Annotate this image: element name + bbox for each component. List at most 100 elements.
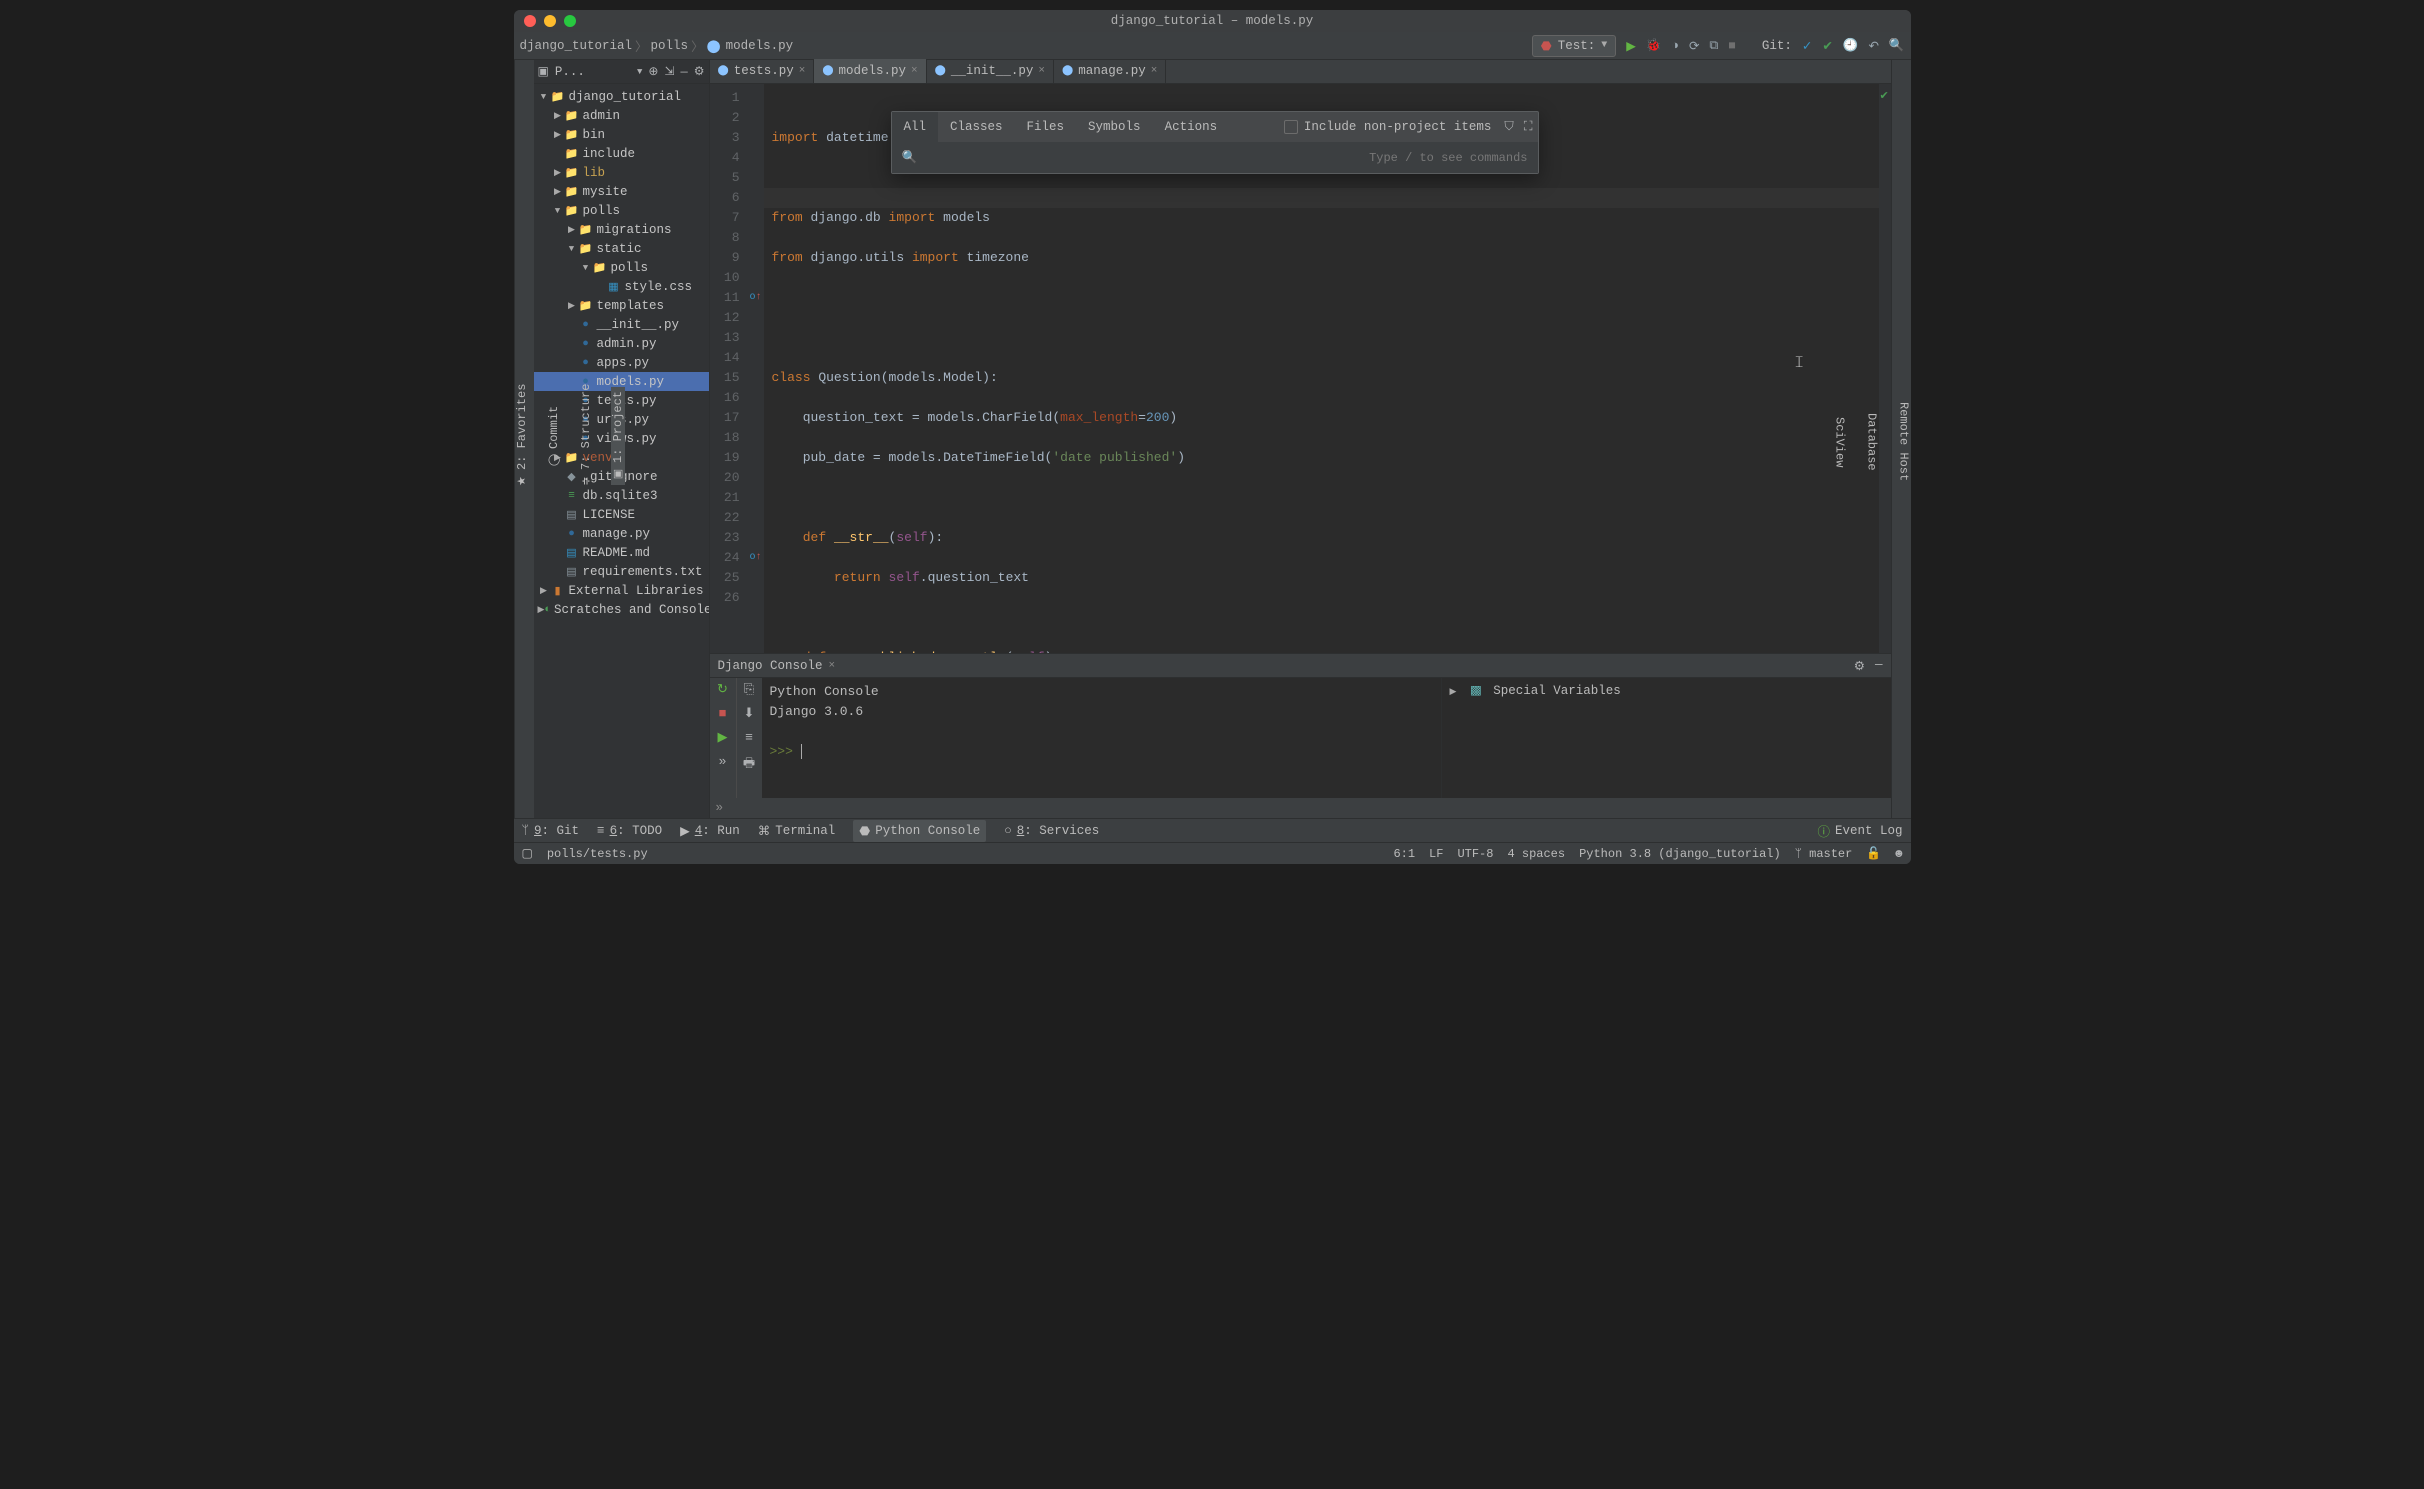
run-button[interactable]: ▶ bbox=[1626, 38, 1636, 54]
search-tab-files[interactable]: Files bbox=[1015, 112, 1077, 142]
indent-info[interactable]: 4 spaces bbox=[1507, 847, 1565, 861]
tree-expander[interactable]: ▶ bbox=[566, 225, 578, 235]
tree-item-static[interactable]: ▼📁static bbox=[534, 239, 709, 258]
git-commit-button[interactable]: ✔ bbox=[1822, 38, 1832, 54]
attach-debugger-icon[interactable]: ⎘ bbox=[744, 682, 754, 700]
filter-icon[interactable]: ⛉ bbox=[1504, 120, 1513, 134]
tree-item-apps-py[interactable]: ●apps.py bbox=[534, 353, 709, 372]
error-stripe[interactable]: ✔ bbox=[1879, 84, 1891, 653]
search-tab-symbols[interactable]: Symbols bbox=[1076, 112, 1153, 142]
project-tool-tab[interactable]: ▣1: Project bbox=[611, 387, 625, 485]
search-tab-actions[interactable]: Actions bbox=[1153, 112, 1230, 142]
run-configuration-selector[interactable]: ⬣ Test: ▼ bbox=[1532, 35, 1616, 57]
services-tool-tab[interactable]: ○8: Services bbox=[1004, 824, 1099, 838]
collapse-icon[interactable]: — bbox=[681, 65, 688, 79]
tree-expander[interactable]: ▼ bbox=[566, 244, 578, 254]
soft-wrap-icon[interactable]: ≡ bbox=[745, 730, 753, 748]
chevron-down-icon[interactable]: ▼ bbox=[637, 67, 642, 77]
tree-item-admin-py[interactable]: ●admin.py bbox=[534, 334, 709, 353]
tree-item-polls[interactable]: ▼📁polls bbox=[534, 201, 709, 220]
project-selector-label[interactable]: P... bbox=[555, 65, 631, 79]
execute-button[interactable]: ▶ bbox=[718, 730, 728, 748]
override-gutter-icon[interactable]: o↑ bbox=[748, 548, 764, 568]
rerun-button[interactable]: ↻ bbox=[717, 682, 728, 700]
debug-button[interactable]: 🐞 bbox=[1646, 38, 1662, 53]
tree-expander[interactable]: ▶ bbox=[552, 187, 564, 197]
settings-icon[interactable]: ⚙ bbox=[694, 64, 705, 79]
tree-item-db-sqlite3[interactable]: ≡db.sqlite3 bbox=[534, 486, 709, 505]
tree-item-lib[interactable]: ▶📁lib bbox=[534, 163, 709, 182]
run-tool-tab[interactable]: ▶4: Run bbox=[680, 823, 740, 839]
tree-item-django-tutorial[interactable]: ▼📁django_tutorial bbox=[534, 87, 709, 106]
tree-expander[interactable]: ▶ bbox=[538, 605, 545, 615]
close-tab-icon[interactable]: × bbox=[1038, 65, 1045, 77]
editor-tab-tests-py[interactable]: ⬤tests.py× bbox=[710, 59, 815, 83]
concurrency-button[interactable]: ⧉ bbox=[1709, 39, 1718, 53]
expand-icon[interactable]: » bbox=[719, 754, 727, 772]
tree-item-requirements-txt[interactable]: ▤requirements.txt bbox=[534, 562, 709, 581]
search-input[interactable] bbox=[925, 149, 1369, 166]
variables-panel[interactable]: ▶ ▩ Special Variables bbox=[1441, 678, 1891, 798]
close-tab-icon[interactable]: × bbox=[911, 65, 918, 77]
breadcrumb-item[interactable]: models.py bbox=[726, 39, 794, 53]
search-tab-all[interactable]: All bbox=[892, 112, 939, 142]
tree-item-migrations[interactable]: ▶📁migrations bbox=[534, 220, 709, 239]
console-prompt[interactable]: >>> bbox=[770, 742, 1433, 762]
git-update-button[interactable]: ✓ bbox=[1802, 38, 1812, 54]
close-tab-icon[interactable]: × bbox=[1151, 65, 1158, 77]
stop-button[interactable]: ■ bbox=[719, 706, 727, 724]
structure-tool-tab[interactable]: ≑7: Structure bbox=[579, 380, 593, 492]
tree-item-scratches-and-consoles[interactable]: ▶◐Scratches and Consoles bbox=[534, 600, 709, 619]
tree-item-polls[interactable]: ▼📁polls bbox=[534, 258, 709, 277]
commit-tool-tab[interactable]: ◯Commit bbox=[547, 401, 561, 470]
tree-item-include[interactable]: 📁include bbox=[534, 144, 709, 163]
python-console-tool-tab[interactable]: ⬣Python Console bbox=[853, 820, 986, 842]
tree-expander[interactable]: ▼ bbox=[552, 206, 564, 216]
read-only-toggle[interactable]: 🔓 bbox=[1866, 846, 1881, 861]
tree-item-admin[interactable]: ▶📁admin bbox=[534, 106, 709, 125]
tree-item-style-css[interactable]: ▦style.css bbox=[534, 277, 709, 296]
git-branch-widget[interactable]: ᛘ master bbox=[1795, 847, 1853, 861]
line-separator[interactable]: LF bbox=[1429, 847, 1443, 861]
tree-expander[interactable]: ▼ bbox=[580, 263, 592, 273]
tree-expander[interactable]: ▼ bbox=[538, 92, 550, 102]
tree-item-templates[interactable]: ▶📁templates bbox=[534, 296, 709, 315]
expand-caret-icon[interactable]: » bbox=[716, 801, 724, 815]
breadcrumb-item[interactable]: polls bbox=[651, 39, 689, 53]
tree-expander[interactable]: ▶ bbox=[566, 301, 578, 311]
console-title[interactable]: Django Console bbox=[718, 659, 823, 673]
tree-item--init-py[interactable]: ●__init__.py bbox=[534, 315, 709, 334]
locate-icon[interactable]: ⊕ bbox=[648, 64, 658, 79]
chevron-right-icon[interactable]: ▶ bbox=[1450, 687, 1457, 697]
search-tab-classes[interactable]: Classes bbox=[938, 112, 1015, 142]
caret-position[interactable]: 6:1 bbox=[1393, 847, 1415, 861]
history-down-icon[interactable]: ⬇ bbox=[744, 706, 755, 724]
tree-item-manage-py[interactable]: ●manage.py bbox=[534, 524, 709, 543]
editor-tab-manage-py[interactable]: ⬤manage.py× bbox=[1054, 59, 1166, 83]
git-history-button[interactable]: 🕘 bbox=[1843, 38, 1859, 53]
special-variables-label[interactable]: Special Variables bbox=[1493, 684, 1621, 698]
tree-item-license[interactable]: ▤LICENSE bbox=[534, 505, 709, 524]
editor-tab-models-py[interactable]: ⬤models.py× bbox=[814, 59, 926, 83]
tree-item-readme-md[interactable]: ▤README.md bbox=[534, 543, 709, 562]
tool-windows-toggle[interactable]: ▢ bbox=[522, 846, 533, 861]
settings-icon[interactable]: ⚙ bbox=[1854, 658, 1865, 674]
pin-icon[interactable]: ⛶ bbox=[1524, 120, 1533, 134]
status-path[interactable]: polls/tests.py bbox=[547, 847, 648, 861]
coverage-button[interactable]: ◑ bbox=[1671, 39, 1679, 53]
editor-tab--init-py[interactable]: ⬤__init__.py× bbox=[927, 59, 1054, 83]
profile-button[interactable]: ⟳ bbox=[1689, 38, 1699, 54]
git-tool-tab[interactable]: ᛘ9: Git bbox=[522, 824, 580, 838]
close-icon[interactable]: × bbox=[829, 660, 836, 672]
search-everywhere-button[interactable]: 🔍 bbox=[1889, 38, 1905, 53]
hector-icon[interactable]: ☻ bbox=[1895, 847, 1902, 861]
tree-item-mysite[interactable]: ▶📁mysite bbox=[534, 182, 709, 201]
favorites-tool-tab[interactable]: ★2: Favorites bbox=[515, 380, 529, 492]
tree-expander[interactable]: ▶ bbox=[552, 111, 564, 121]
event-log-button[interactable]: ⓘEvent Log bbox=[1817, 821, 1902, 840]
hide-panel-button[interactable]: — bbox=[1875, 658, 1883, 674]
project-selector-icon[interactable]: ▣ bbox=[538, 64, 549, 79]
python-interpreter[interactable]: Python 3.8 (django_tutorial) bbox=[1579, 847, 1781, 861]
override-gutter-icon[interactable]: o↑ bbox=[748, 288, 764, 308]
close-tab-icon[interactable]: × bbox=[799, 65, 806, 77]
